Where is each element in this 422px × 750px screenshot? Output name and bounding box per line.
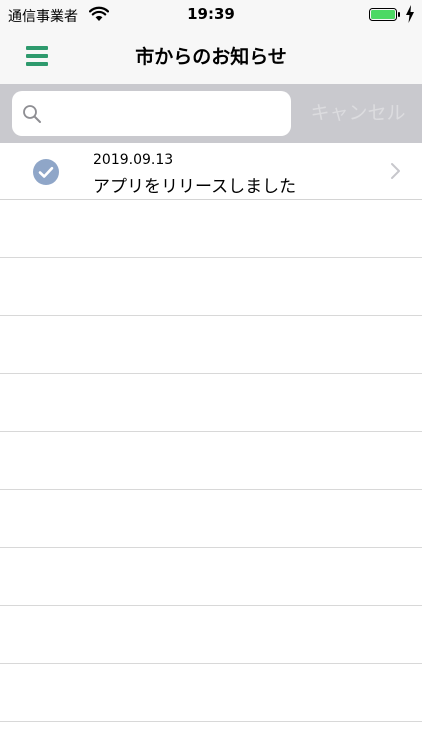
battery-icon [369,8,400,21]
empty-row [0,606,422,664]
navigation-bar: 市からのお知らせ [0,28,422,84]
check-circle-icon [33,159,59,185]
empty-row [0,664,422,722]
empty-row [0,200,422,258]
status-bar: 通信事業者 19:39 [0,0,422,28]
cancel-button[interactable]: キャンセル [302,98,414,125]
empty-row [0,316,422,374]
list-item[interactable]: 2019.09.13 アプリをリリースしました [0,143,422,200]
notice-title: アプリをリリースしました [93,177,297,197]
empty-row [0,374,422,432]
empty-row [0,432,422,490]
chevron-right-icon [391,163,400,179]
empty-row [0,548,422,606]
search-field[interactable] [12,91,291,136]
search-input[interactable] [50,91,280,136]
search-icon [23,105,41,123]
clock: 19:39 [187,5,235,23]
notice-date: 2019.09.13 [93,152,174,168]
empty-row [0,258,422,316]
charging-icon [406,5,414,23]
notice-list: 2019.09.13 アプリをリリースしました [0,143,422,722]
search-bar: キャンセル [0,84,422,143]
page-title: 市からのお知らせ [135,46,287,68]
empty-row [0,490,422,548]
